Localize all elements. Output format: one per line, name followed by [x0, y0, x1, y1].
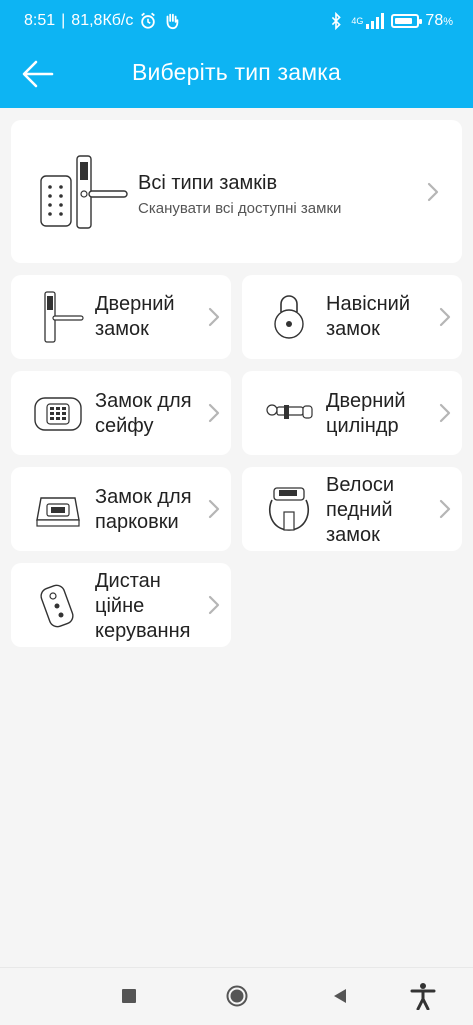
chevron-right-icon [208, 595, 220, 615]
status-bar: 8:51 | 81,8Кб/с 4G 78% [24, 12, 453, 30]
network-type: 4G [351, 16, 364, 26]
all-lock-types-card[interactable]: Всі типи замків Сканувати всі доступні з… [11, 120, 462, 263]
system-nav-bar [0, 967, 473, 1025]
chevron-right-icon [439, 499, 451, 519]
remote-control-icon [40, 584, 74, 628]
hand-icon [166, 13, 179, 30]
chevron-right-icon [208, 403, 220, 423]
lock-type-door-lock[interactable]: Дверний замок [11, 275, 231, 359]
home-button[interactable] [226, 985, 248, 1007]
lock-type-bike-lock[interactable]: Велоси педний замок [242, 467, 462, 551]
bluetooth-icon [332, 12, 342, 30]
padlock-icon [274, 295, 304, 339]
lock-type-door-cylinder[interactable]: Дверний циліндр [242, 371, 462, 455]
battery-level: 78% [425, 12, 453, 29]
accessibility-icon[interactable] [410, 982, 436, 1010]
chevron-right-icon [439, 403, 451, 423]
battery-icon [391, 14, 423, 28]
back-button[interactable] [331, 987, 349, 1005]
door-cylinder-icon [266, 404, 313, 419]
lock-type-safe-lock[interactable]: Замок для сейфу [11, 371, 231, 455]
chevron-right-icon [208, 499, 220, 519]
page-title: Виберіть тип замка [131, 59, 342, 85]
all-types-subtitle: Сканувати всі доступні замки [138, 200, 342, 217]
lock-type-parking-lock[interactable]: Замок для парковки [11, 467, 231, 551]
recent-apps-button[interactable] [121, 988, 137, 1004]
status-time: 8:51 [24, 12, 56, 29]
all-types-title: Всі типи замків [138, 172, 278, 194]
signal-icon [366, 13, 385, 29]
bike-lock-icon [268, 487, 310, 531]
chevron-right-icon [439, 307, 451, 327]
app-header: 8:51 | 81,8Кб/с 4G 78% Виберіть тип замк… [0, 0, 473, 108]
status-speed: 81,8Кб/с [71, 12, 134, 29]
door-lock-keypad-icon [40, 155, 128, 229]
door-lock-icon [44, 291, 84, 343]
lock-type-remote-control[interactable]: Дистан ційне керування [11, 563, 231, 647]
chevron-right-icon [427, 182, 439, 202]
safe-lock-icon [34, 397, 82, 431]
chevron-right-icon [208, 307, 220, 327]
alarm-icon [141, 12, 156, 29]
parking-lock-icon [36, 497, 80, 527]
lock-type-padlock[interactable]: Навісний замок [242, 275, 462, 359]
